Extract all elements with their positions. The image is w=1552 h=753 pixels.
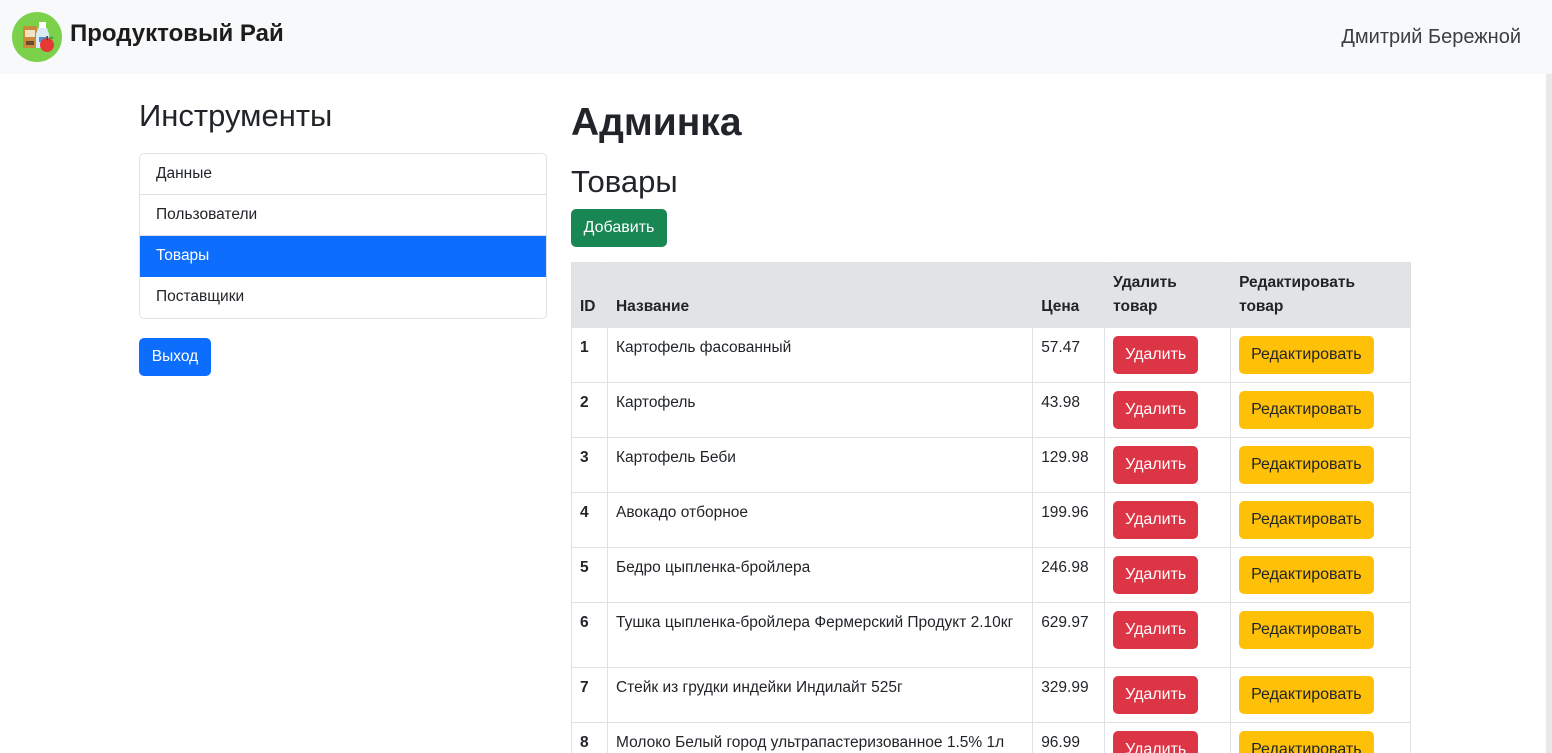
cell-name: Молоко Белый город ультрапастеризованное… — [606, 722, 1034, 753]
table-row: 3 Картофель Беби 129.98 Удалить Редактир… — [571, 437, 1411, 493]
cell-edit: Редактировать — [1230, 437, 1411, 493]
cell-delete: Удалить — [1104, 327, 1232, 383]
cell-price: 57.47 — [1032, 327, 1106, 383]
edit-button[interactable]: Редактировать — [1239, 731, 1374, 753]
delete-button[interactable]: Удалить — [1113, 611, 1199, 649]
user-name[interactable]: Дмитрий Бережной — [1341, 26, 1521, 49]
delete-button[interactable]: Удалить — [1113, 556, 1199, 594]
add-product-button[interactable]: Добавить — [571, 209, 667, 247]
cell-delete: Удалить — [1104, 547, 1232, 603]
edit-button[interactable]: Редактировать — [1239, 336, 1374, 374]
brand-name[interactable]: Продуктовый Рай — [70, 20, 284, 48]
delete-button[interactable]: Удалить — [1113, 676, 1199, 714]
cell-edit: Редактировать — [1230, 722, 1411, 753]
page-title: Админка — [571, 101, 742, 144]
cell-name: Картофель — [606, 382, 1034, 438]
cell-id: 5 — [571, 547, 608, 603]
brand-link[interactable]: Продуктовый Рай — [12, 12, 284, 62]
edit-button[interactable]: Редактировать — [1239, 676, 1374, 714]
cell-edit: Редактировать — [1230, 602, 1411, 668]
cell-edit: Редактировать — [1230, 492, 1411, 548]
column-header-delete: Удалить товар — [1104, 262, 1232, 328]
logout-button[interactable]: Выход — [139, 338, 211, 376]
delete-button[interactable]: Удалить — [1113, 336, 1199, 374]
page-scrollbar[interactable] — [1546, 74, 1552, 753]
products-table: ID Название Цена Удалить товар Редактиро… — [571, 262, 1411, 753]
column-header-price: Цена — [1032, 262, 1106, 328]
cell-name: Тушка цыпленка-бройлера Фермерский Проду… — [606, 602, 1034, 668]
cell-delete: Удалить — [1104, 492, 1232, 548]
cell-price: 96.99 — [1032, 722, 1106, 753]
cell-name: Бедро цыпленка-бройлера — [606, 547, 1034, 603]
sidebar-item-users[interactable]: Пользователи — [140, 195, 546, 236]
delete-button[interactable]: Удалить — [1113, 501, 1199, 539]
cell-id: 6 — [571, 602, 608, 668]
cell-id: 7 — [571, 667, 608, 723]
cell-delete: Удалить — [1104, 437, 1232, 493]
cell-id: 2 — [571, 382, 608, 438]
cell-edit: Редактировать — [1230, 667, 1411, 723]
column-header-name: Название — [606, 262, 1034, 328]
main-content: Админка Товары Добавить ID Название Цена… — [571, 96, 1411, 753]
edit-button[interactable]: Редактировать — [1239, 391, 1374, 429]
delete-button[interactable]: Удалить — [1113, 446, 1199, 484]
cell-price: 246.98 — [1032, 547, 1106, 603]
edit-button[interactable]: Редактировать — [1239, 611, 1374, 649]
edit-button[interactable]: Редактировать — [1239, 446, 1374, 484]
cell-delete: Удалить — [1104, 382, 1232, 438]
table-body: 1 Картофель фасованный 57.47 Удалить Ред… — [571, 327, 1411, 753]
cell-edit: Редактировать — [1230, 382, 1411, 438]
table-row: 8 Молоко Белый город ультрапастеризованн… — [571, 722, 1411, 753]
column-header-edit: Редактировать товар — [1230, 262, 1411, 328]
edit-button[interactable]: Редактировать — [1239, 556, 1374, 594]
cell-edit: Редактировать — [1230, 327, 1411, 383]
cell-id: 8 — [571, 722, 608, 753]
table-header-row: ID Название Цена Удалить товар Редактиро… — [571, 262, 1411, 328]
sidebar-item-products[interactable]: Товары — [140, 236, 546, 277]
table-row: 2 Картофель 43.98 Удалить Редактировать — [571, 382, 1411, 438]
sidebar-item-data[interactable]: Данные — [140, 154, 546, 195]
delete-button[interactable]: Удалить — [1113, 731, 1199, 753]
cell-price: 129.98 — [1032, 437, 1106, 493]
column-header-id: ID — [571, 262, 608, 328]
cell-delete: Удалить — [1104, 667, 1232, 723]
sidebar-item-suppliers[interactable]: Поставщики — [140, 277, 546, 318]
section-title: Товары — [571, 164, 678, 199]
top-navbar: Продуктовый Рай Дмитрий Бережной — [0, 0, 1552, 74]
cell-id: 4 — [571, 492, 608, 548]
sidebar: Инструменты Данные Пользователи Товары П… — [139, 96, 547, 376]
sidebar-menu: Данные Пользователи Товары Поставщики — [139, 153, 547, 319]
cell-name: Авокадо отборное — [606, 492, 1034, 548]
cell-price: 629.97 — [1032, 602, 1106, 668]
cell-delete: Удалить — [1104, 722, 1232, 753]
table-row: 6 Тушка цыпленка-бройлера Фермерский Про… — [571, 602, 1411, 668]
edit-button[interactable]: Редактировать — [1239, 501, 1374, 539]
cell-delete: Удалить — [1104, 602, 1232, 668]
cell-id: 3 — [571, 437, 608, 493]
cell-name: Картофель фасованный — [606, 327, 1034, 383]
cell-id: 1 — [571, 327, 608, 383]
cell-price: 199.96 — [1032, 492, 1106, 548]
cell-price: 43.98 — [1032, 382, 1106, 438]
delete-button[interactable]: Удалить — [1113, 391, 1199, 429]
table-row: 4 Авокадо отборное 199.96 Удалить Редакт… — [571, 492, 1411, 548]
table-row: 1 Картофель фасованный 57.47 Удалить Ред… — [571, 327, 1411, 383]
table-row: 5 Бедро цыпленка-бройлера 246.98 Удалить… — [571, 547, 1411, 603]
grocery-logo-icon — [12, 12, 62, 62]
table-row: 7 Стейк из грудки индейки Индилайт 525г … — [571, 667, 1411, 723]
cell-price: 329.99 — [1032, 667, 1106, 723]
cell-name: Картофель Беби — [606, 437, 1034, 493]
cell-edit: Редактировать — [1230, 547, 1411, 603]
sidebar-title: Инструменты — [139, 98, 333, 133]
cell-name: Стейк из грудки индейки Индилайт 525г — [606, 667, 1034, 723]
